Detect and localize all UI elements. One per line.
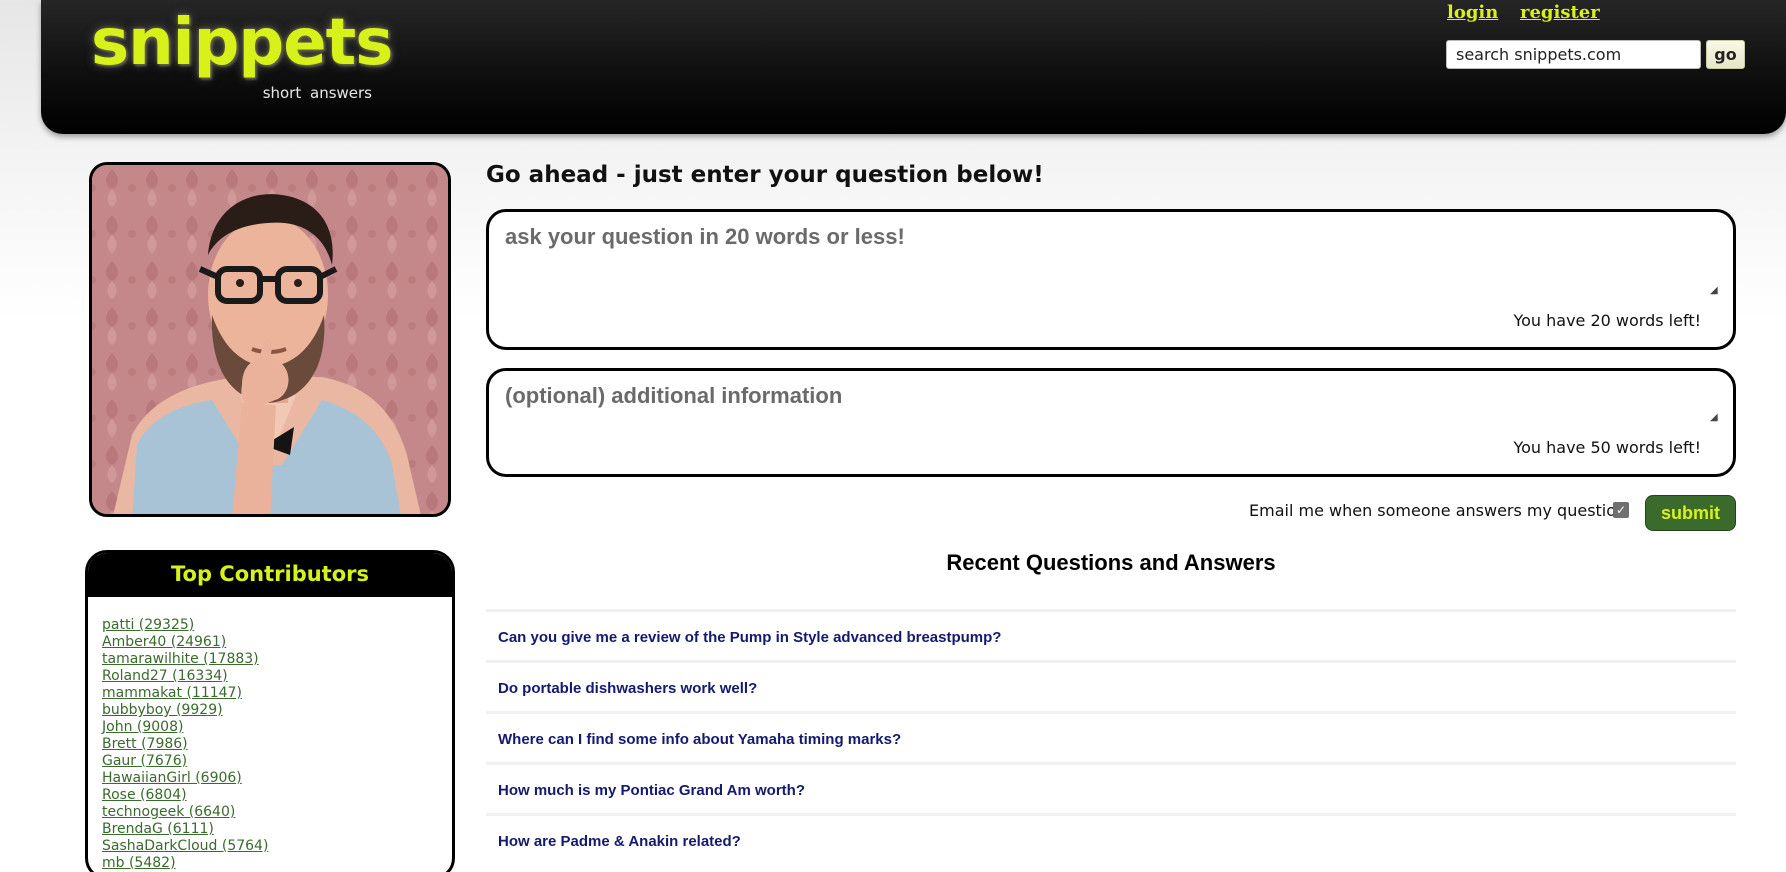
register-link[interactable]: register bbox=[1520, 2, 1600, 23]
question-link[interactable]: Where can I find some info about Yamaha … bbox=[486, 711, 1736, 762]
page-title: Go ahead - just enter your question belo… bbox=[486, 162, 1044, 188]
contributor-link[interactable]: patti (29325) bbox=[102, 617, 452, 634]
resize-grip-icon[interactable]: ◢ bbox=[1710, 413, 1720, 423]
contributor-link[interactable]: mb (5482) bbox=[102, 855, 452, 872]
resize-grip-icon[interactable]: ◢ bbox=[1710, 286, 1720, 296]
contributors-list: patti (29325) Amber40 (24961) tamarawilh… bbox=[88, 597, 452, 872]
question-box: ◢ You have 20 words left! bbox=[486, 209, 1736, 350]
additional-info-textarea[interactable] bbox=[505, 383, 1715, 429]
logo-tagline: short answers bbox=[262, 84, 372, 102]
contributor-link[interactable]: Brett (7986) bbox=[102, 736, 452, 753]
question-words-left: You have 20 words left! bbox=[1513, 311, 1701, 330]
contributor-link[interactable]: mammakat (11147) bbox=[102, 685, 452, 702]
contributor-link[interactable]: SashaDarkCloud (5764) bbox=[102, 838, 452, 855]
recent-questions-title: Recent Questions and Answers bbox=[946, 550, 1276, 575]
top-contributors-title: Top Contributors bbox=[88, 553, 452, 597]
contributor-link[interactable]: bubbyboy (9929) bbox=[102, 702, 452, 719]
featured-photo bbox=[89, 162, 451, 517]
question-link[interactable]: How much is my Pontiac Grand Am worth? bbox=[486, 762, 1736, 813]
contributor-link[interactable]: Roland27 (16334) bbox=[102, 668, 452, 685]
recent-questions-list: Can you give me a review of the Pump in … bbox=[486, 609, 1736, 864]
contributor-link[interactable]: technogeek (6640) bbox=[102, 804, 452, 821]
question-link[interactable]: Can you give me a review of the Pump in … bbox=[486, 609, 1736, 660]
logo-wordmark: snippets bbox=[91, 6, 393, 80]
submit-button[interactable]: submit bbox=[1645, 495, 1736, 531]
info-words-left: You have 50 words left! bbox=[1513, 438, 1701, 457]
thinking-man-illustration bbox=[92, 165, 448, 514]
email-notify-label: Email me when someone answers my questio… bbox=[1249, 501, 1627, 520]
contributor-link[interactable]: HawaiianGirl (6906) bbox=[102, 770, 452, 787]
contributor-link[interactable]: Amber40 (24961) bbox=[102, 634, 452, 651]
contributor-link[interactable]: Rose (6804) bbox=[102, 787, 452, 804]
search-input[interactable] bbox=[1446, 40, 1701, 69]
search-go-button[interactable]: go bbox=[1706, 40, 1745, 69]
login-link[interactable]: login bbox=[1447, 2, 1498, 23]
question-link[interactable]: How are Padme & Anakin related? bbox=[486, 813, 1736, 864]
contributor-link[interactable]: Gaur (7676) bbox=[102, 753, 452, 770]
email-notify-checkbox[interactable]: ✓ bbox=[1613, 502, 1629, 518]
contributor-link[interactable]: BrendaG (6111) bbox=[102, 821, 452, 838]
additional-info-box: ◢ You have 50 words left! bbox=[486, 368, 1736, 477]
contributor-link[interactable]: tamarawilhite (17883) bbox=[102, 651, 452, 668]
site-logo[interactable]: snippets short answers bbox=[87, 6, 393, 108]
question-link[interactable]: Do portable dishwashers work well? bbox=[486, 660, 1736, 711]
contributor-link[interactable]: John (9008) bbox=[102, 719, 452, 736]
question-textarea[interactable] bbox=[505, 224, 1715, 288]
top-contributors-panel: Top Contributors patti (29325) Amber40 (… bbox=[85, 550, 455, 872]
